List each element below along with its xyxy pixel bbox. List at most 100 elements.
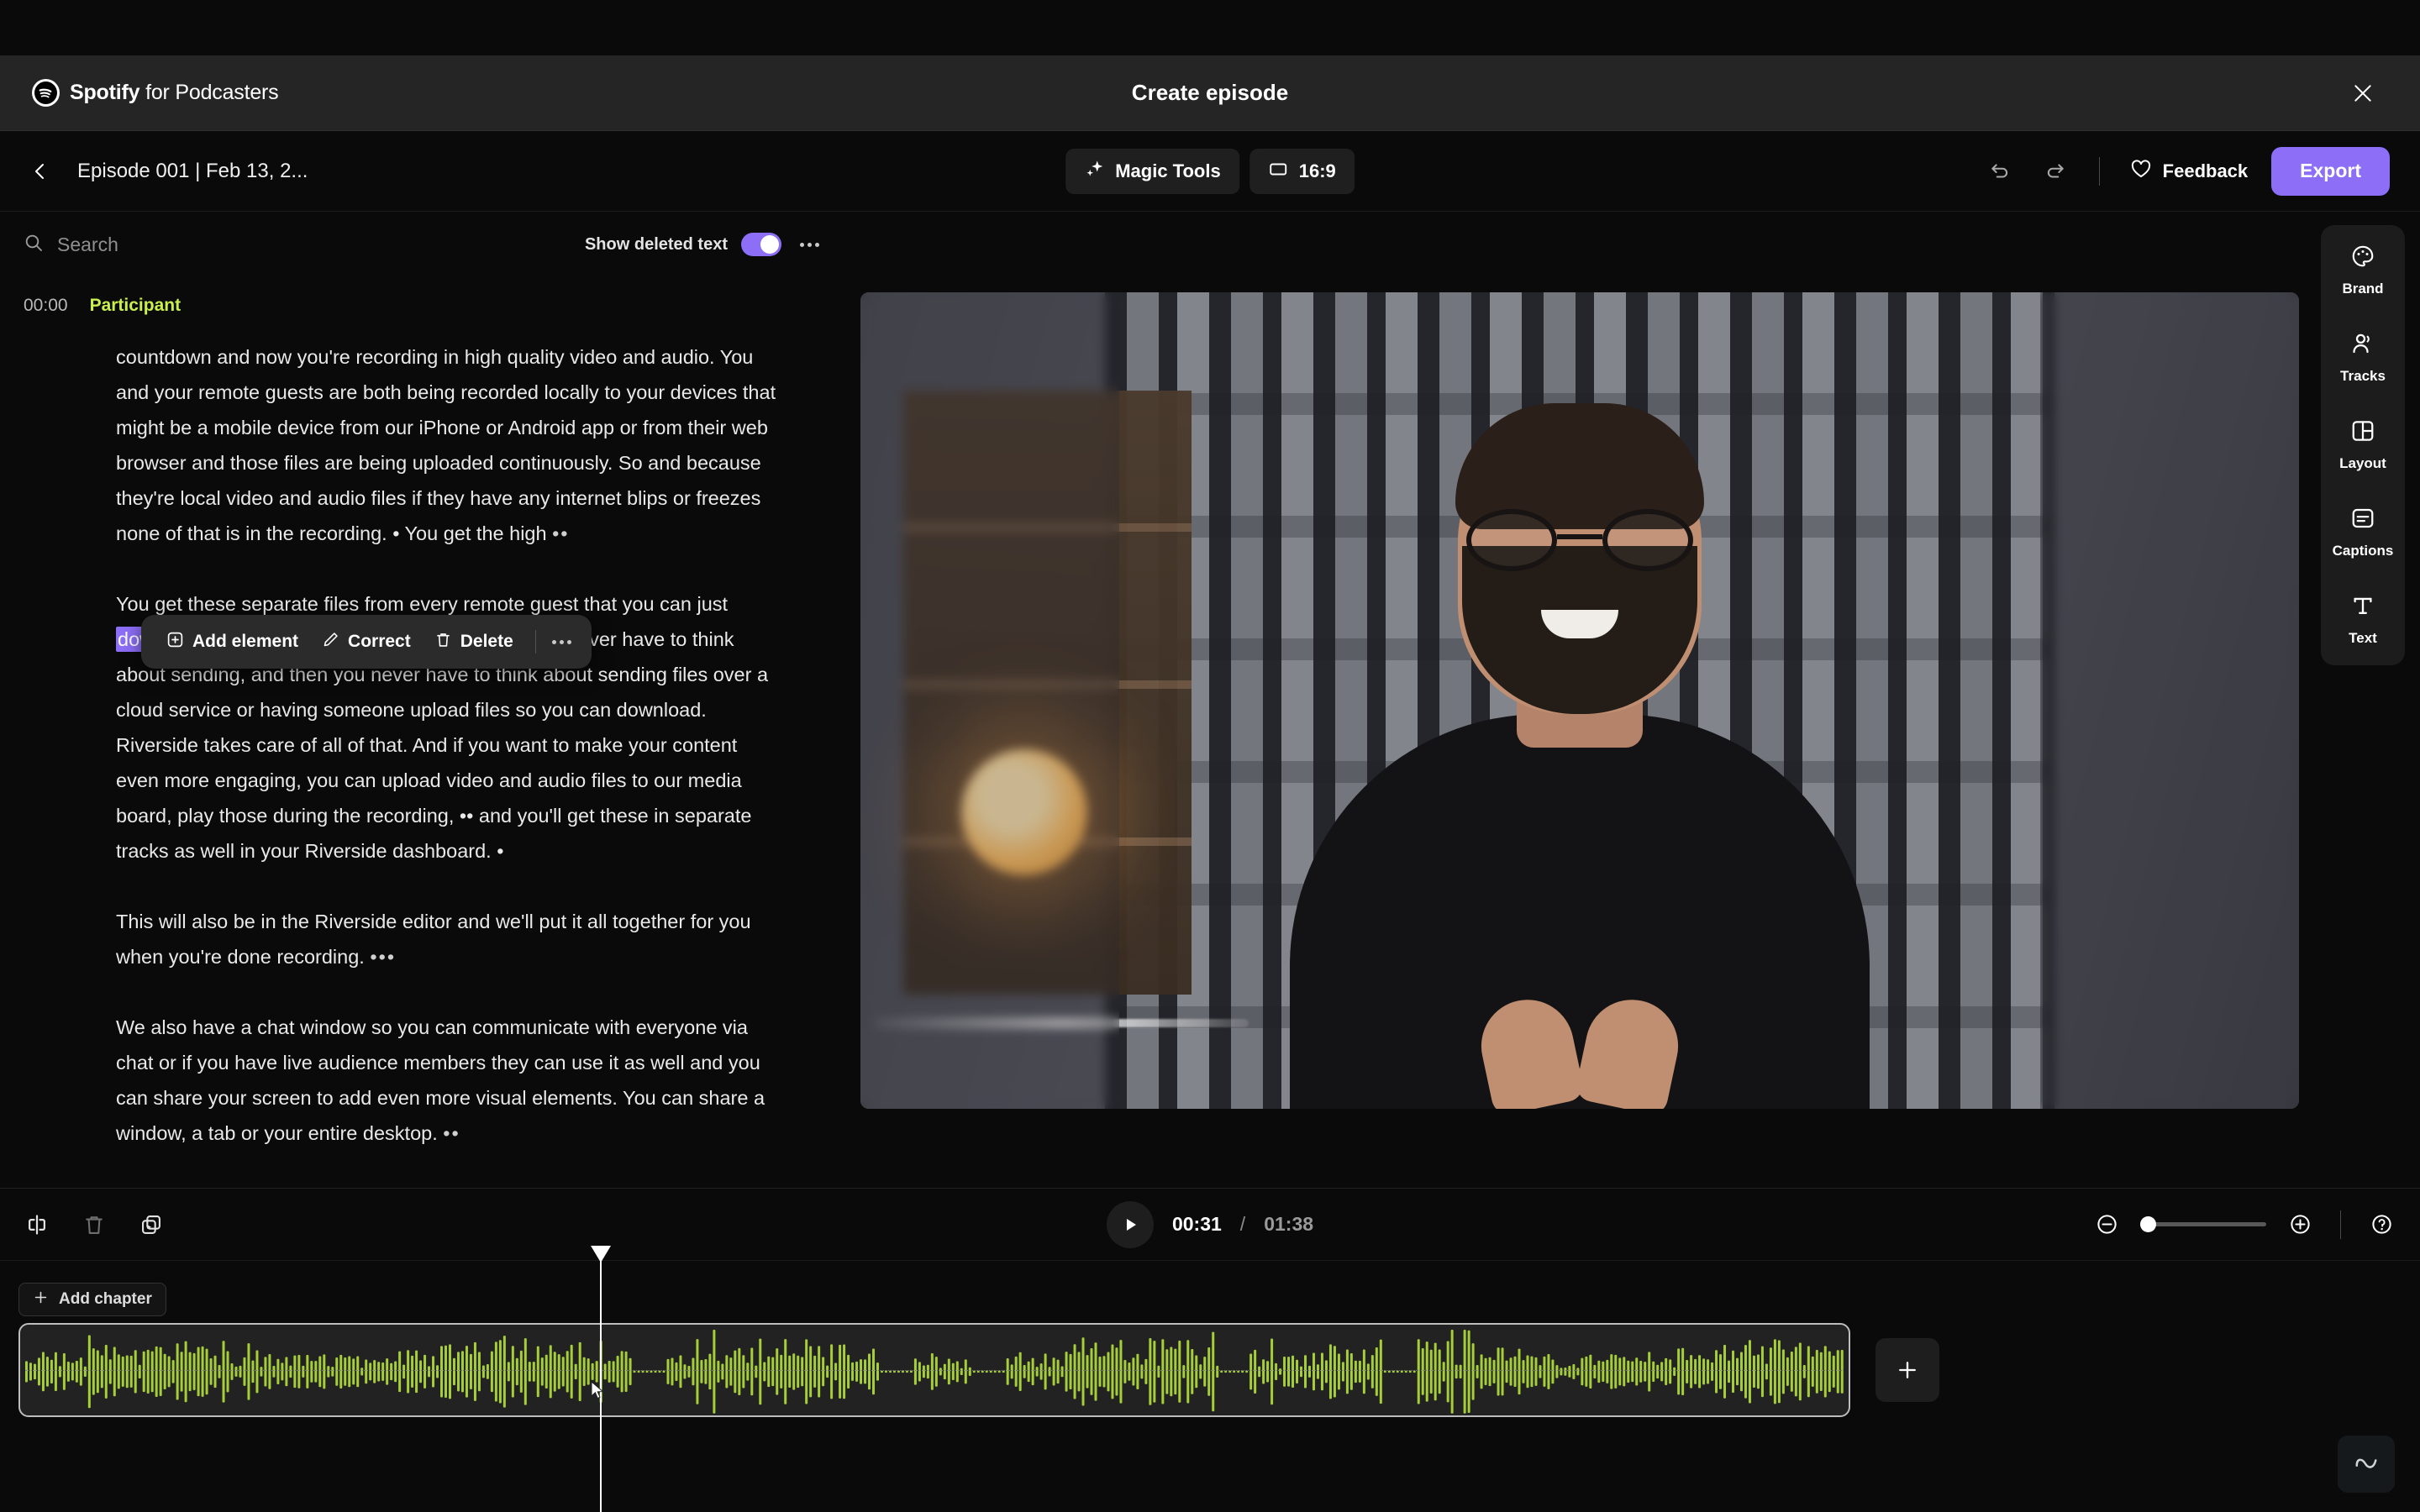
sidebar-item-captions[interactable]: Captions — [2321, 506, 2405, 559]
speaker-row: 00:00 Participant — [24, 296, 781, 316]
audio-waveform-clip[interactable] — [18, 1323, 1850, 1417]
zoom-in-icon[interactable] — [2281, 1206, 2318, 1243]
person-glasses — [1466, 509, 1693, 571]
add-chapter-label: Add chapter — [59, 1290, 152, 1308]
sine-wave-icon — [2354, 1450, 2379, 1479]
clip-tools — [18, 1206, 170, 1243]
people-icon — [2350, 331, 2375, 360]
right-sidebar: Brand Tracks Layout Captions Text — [2321, 225, 2405, 665]
delete-clip-icon[interactable] — [76, 1206, 113, 1243]
show-deleted-text-toggle[interactable] — [741, 233, 781, 256]
delete-button[interactable]: Delete — [424, 626, 523, 659]
aspect-ratio-label: 16:9 — [1298, 160, 1336, 181]
right-tool-group: Feedback Export — [1981, 146, 2390, 196]
transcript-paragraph[interactable]: This will also be in the Riverside edito… — [116, 904, 781, 974]
sidebar-item-label: Tracks — [2340, 368, 2386, 384]
show-deleted-text-label: Show deleted text — [584, 234, 728, 254]
split-clip-icon[interactable] — [18, 1206, 55, 1243]
center-tool-group: Magic Tools 16:9 — [1065, 148, 1355, 194]
bottom-divider — [2340, 1210, 2341, 1239]
captions-icon — [2350, 506, 2375, 535]
add-track-button[interactable] — [1876, 1338, 1939, 1402]
sidebar-item-label: Layout — [2339, 455, 2386, 471]
transcript-content[interactable]: 00:00 Participant countdown and now you'… — [0, 277, 840, 1151]
sidebar-item-tracks[interactable]: Tracks — [2321, 331, 2405, 385]
add-chapter-button[interactable]: Add chapter — [18, 1283, 166, 1316]
add-element-label: Add element — [192, 632, 299, 651]
play-button[interactable] — [1106, 1200, 1154, 1248]
waveform-baseline — [25, 1370, 1844, 1371]
video-preview[interactable] — [860, 292, 2299, 1109]
paragraph-text: Y — [116, 593, 128, 615]
total-time: 01:38 — [1264, 1213, 1314, 1235]
layout-grid-icon — [2350, 418, 2375, 448]
sidebar-item-label: Captions — [2332, 543, 2394, 559]
heart-icon — [2130, 158, 2152, 185]
filler-marks: ••• — [370, 946, 397, 968]
app-root: Spotify for Podcasters Create episode Ep… — [0, 0, 2420, 1512]
time-separator: / — [1239, 1213, 1246, 1235]
video-blur-left — [860, 292, 1120, 1109]
selection-toolbar: Add element Correct Delete — [141, 615, 592, 669]
search-placeholder: Search — [57, 233, 118, 255]
editor-toolbar: Episode 001 | Feb 13, 2... Magic Tools 1… — [0, 131, 2420, 212]
sidebar-item-layout[interactable]: Layout — [2321, 418, 2405, 472]
filler-marks: •• — [443, 1122, 460, 1144]
correct-button[interactable]: Correct — [312, 626, 421, 659]
timeline-track-row — [18, 1323, 1939, 1417]
transcript-more-icon[interactable] — [795, 230, 823, 259]
episode-title[interactable]: Episode 001 | Feb 13, 2... — [77, 160, 308, 183]
help-circle-icon[interactable] — [2363, 1206, 2400, 1243]
selection-toolbar-divider — [534, 630, 536, 654]
transcript-paragraph[interactable]: We also have a chat window so you can co… — [116, 1010, 781, 1151]
sidebar-item-label: Text — [2349, 630, 2377, 646]
plus-icon — [33, 1289, 49, 1310]
filler-marks: •• — [552, 522, 570, 544]
feedback-button[interactable]: Feedback — [2125, 158, 2254, 185]
sidebar-item-brand[interactable]: Brand — [2321, 244, 2405, 297]
selection-more-icon[interactable] — [548, 627, 576, 656]
timeline: Add chapter — [0, 1246, 2420, 1512]
toolbar-divider — [2098, 156, 2100, 186]
video-blur-right — [2039, 292, 2299, 1109]
close-icon[interactable] — [2346, 76, 2380, 110]
correct-label: Correct — [348, 632, 411, 651]
magic-tools-button[interactable]: Magic Tools — [1065, 148, 1239, 194]
undo-icon[interactable] — [1981, 153, 2018, 190]
zoom-out-icon[interactable] — [2088, 1206, 2125, 1243]
transcript-header: Search Show deleted text — [0, 212, 840, 277]
add-element-button[interactable]: Add element — [156, 626, 308, 659]
video-person — [1260, 403, 1899, 1109]
show-deleted-text-control: Show deleted text — [585, 233, 781, 256]
palette-icon — [2350, 244, 2375, 273]
search-input[interactable]: Search — [24, 233, 118, 257]
speaker-name: Participant — [89, 296, 182, 315]
export-button[interactable]: Export — [2271, 146, 2390, 196]
rectangle-icon — [1268, 159, 1288, 184]
bottom-bar: 00:31 / 01:38 Add chapter — [0, 1188, 2420, 1512]
paragraph-text: We also have a chat window so you can co… — [116, 1016, 765, 1144]
sparkles-icon — [1084, 159, 1104, 184]
paragraph-obscured-text: ou get these separate fil — [127, 593, 339, 615]
zoom-controls — [2088, 1206, 2400, 1243]
paragraph-text-mid: es from every remote guest that you can … — [338, 593, 729, 615]
duplicate-clip-icon[interactable] — [133, 1206, 170, 1243]
delete-label: Delete — [460, 632, 513, 651]
text-t-icon — [2350, 593, 2375, 622]
trash-icon — [434, 631, 452, 654]
transcript-panel: Search Show deleted text 00:00 Participa… — [0, 212, 840, 1188]
paragraph-text: This will also be in the Riverside edito… — [116, 911, 751, 968]
page-title: Create episode — [1131, 80, 1289, 105]
audio-wave-button[interactable] — [2338, 1436, 2395, 1493]
plus-box-icon — [166, 631, 184, 654]
video-preview-area — [840, 212, 2319, 1188]
aspect-ratio-button[interactable]: 16:9 — [1249, 148, 1355, 194]
chevron-left-icon[interactable] — [24, 155, 57, 188]
sidebar-item-text[interactable]: Text — [2321, 593, 2405, 647]
mouse-cursor-icon — [588, 1380, 608, 1406]
redo-icon[interactable] — [2037, 153, 2074, 190]
zoom-slider[interactable] — [2140, 1216, 2266, 1232]
transcript-paragraph[interactable]: countdown and now you're recording in hi… — [116, 339, 781, 551]
window-titlebar: Spotify for Podcasters Create episode — [0, 55, 2420, 131]
magic-tools-label: Magic Tools — [1115, 160, 1221, 181]
